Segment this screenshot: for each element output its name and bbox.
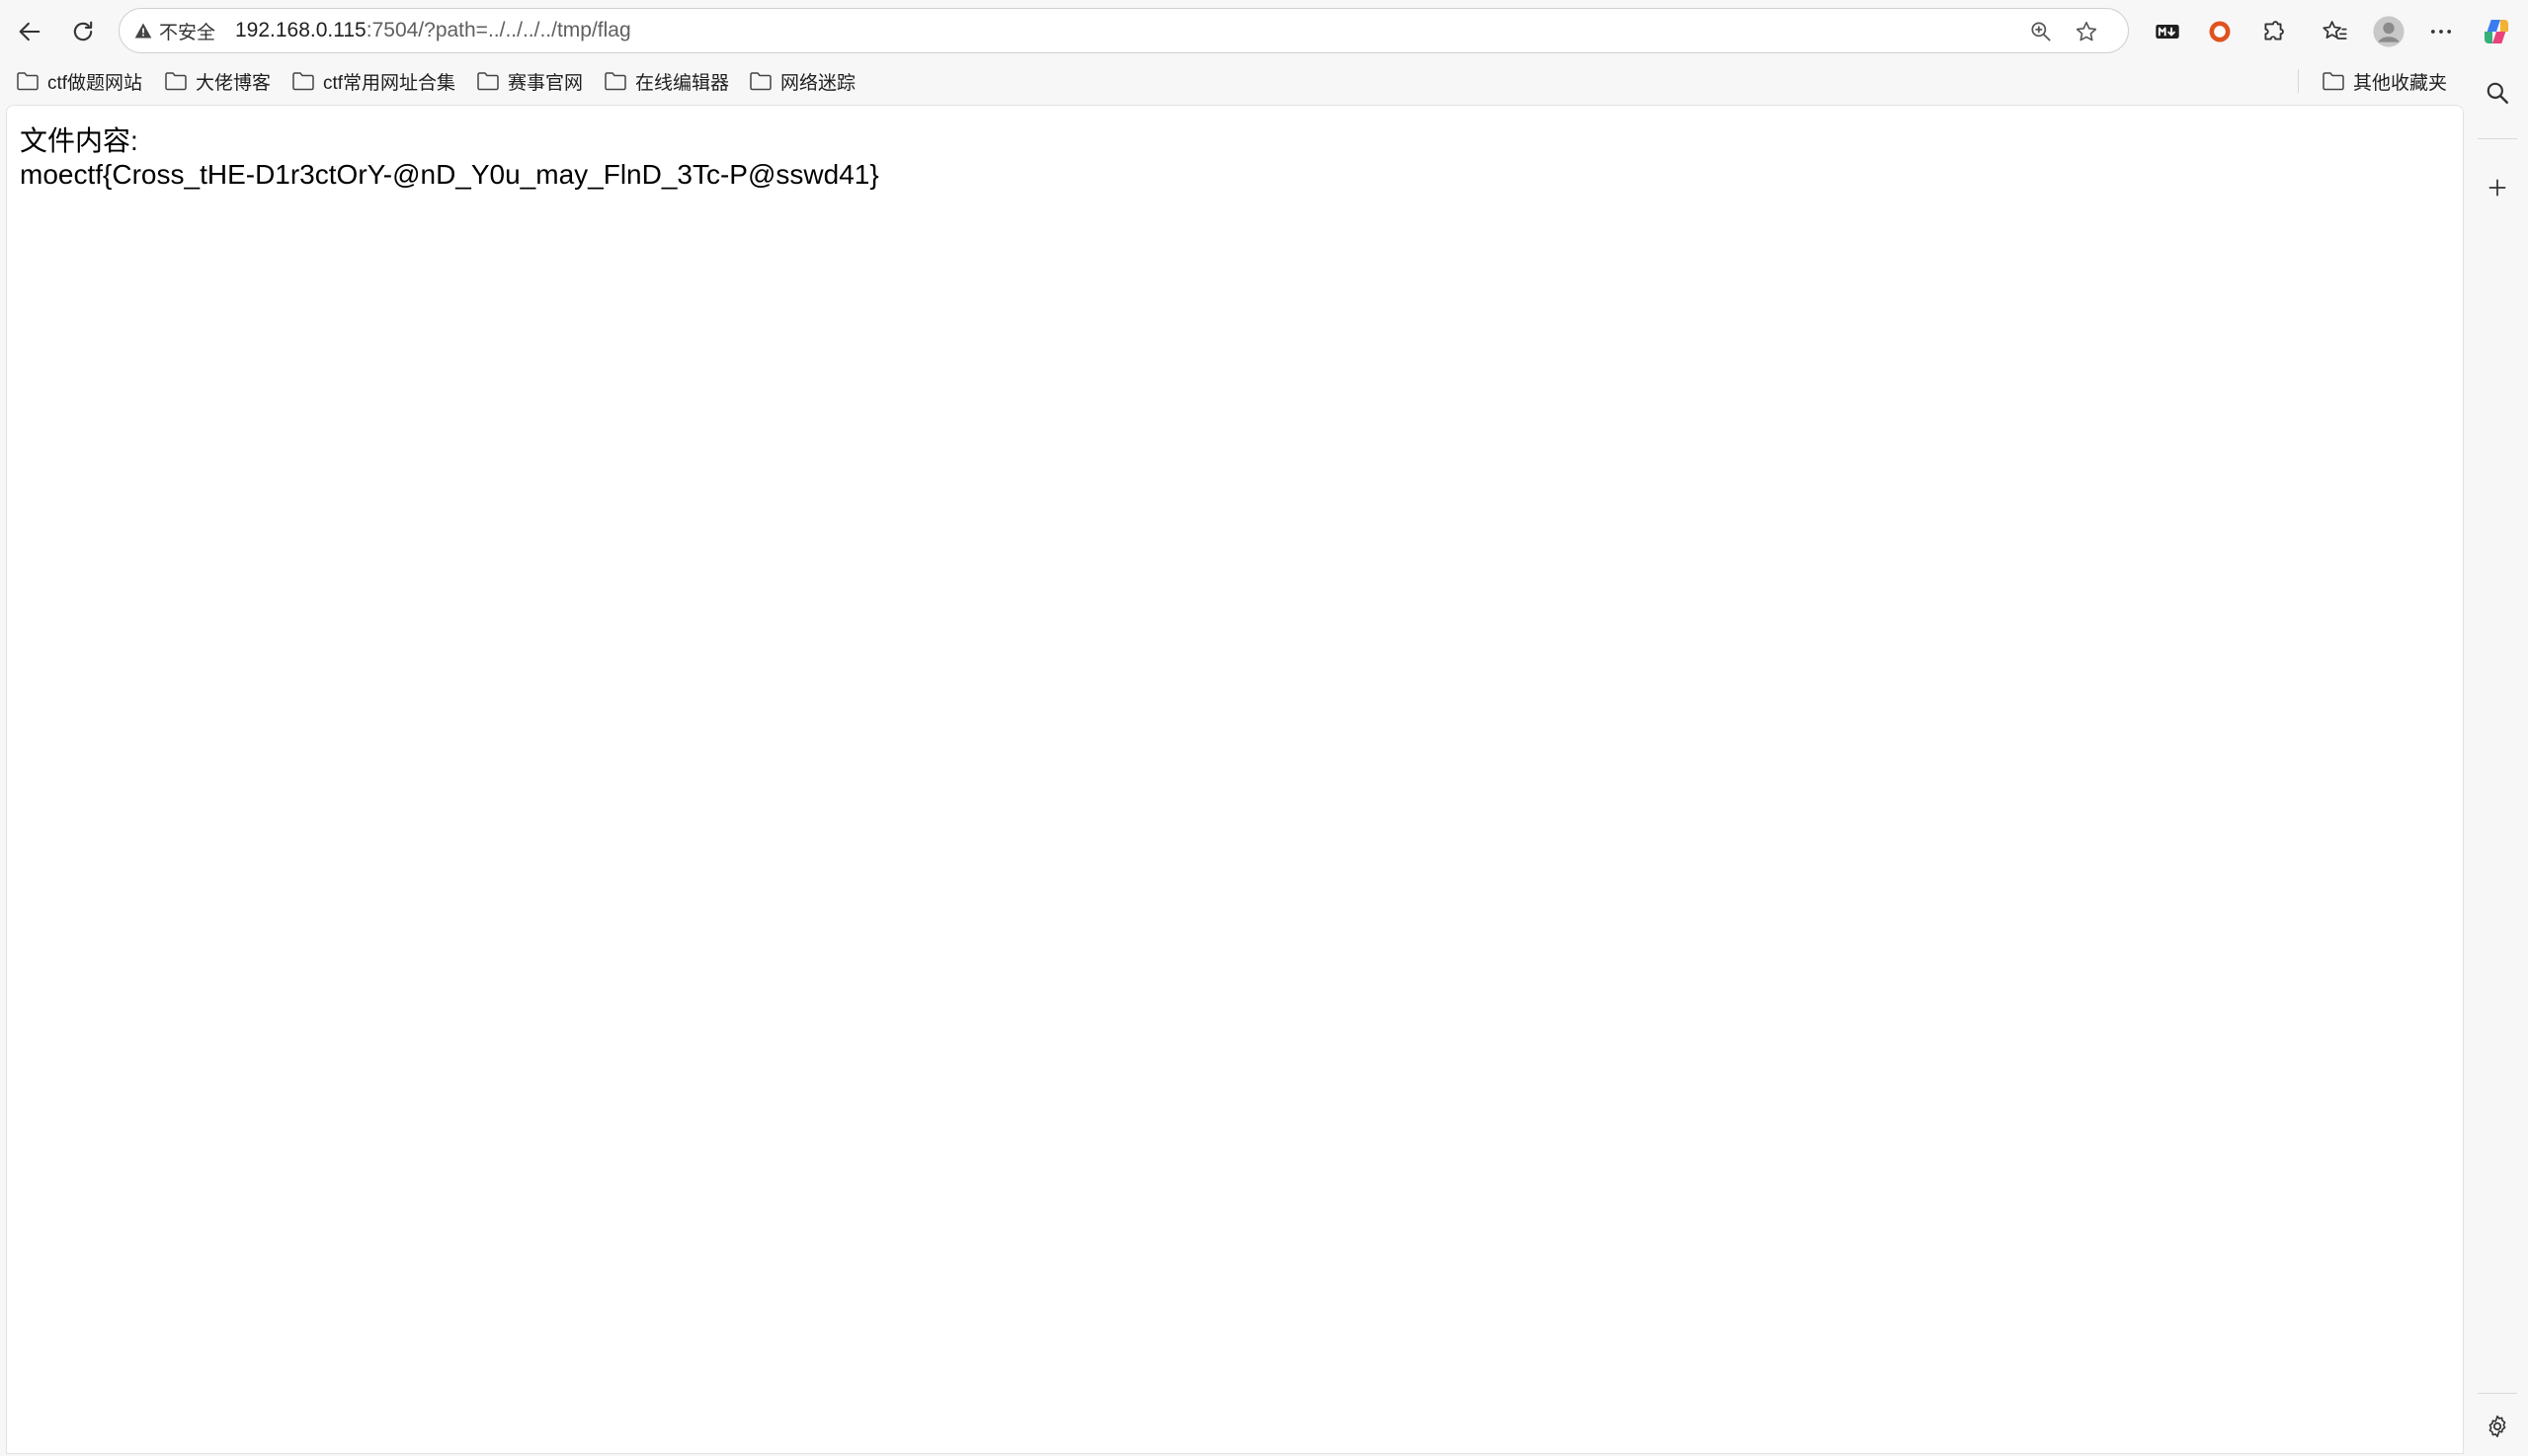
bookmark-label: ctf常用网址合集 <box>323 72 456 94</box>
bookmark-folder[interactable]: ctf常用网址合集 <box>291 65 455 97</box>
other-favorites-folder[interactable]: 其他收藏夹 <box>2322 65 2447 97</box>
profile-button[interactable] <box>2369 12 2408 51</box>
favorites-icon <box>2323 21 2347 40</box>
url-text[interactable]: 192.168.0.115:7504/?path=../../../../tmp… <box>235 19 631 42</box>
bookmarks-divider <box>2298 69 2299 93</box>
folder-icon <box>292 72 314 91</box>
folder-icon <box>17 72 39 91</box>
more-button[interactable] <box>2421 12 2461 51</box>
folder-icon <box>165 72 187 91</box>
markdown-extension-button[interactable] <box>2148 12 2187 51</box>
record-extension-button[interactable] <box>2200 12 2240 51</box>
flag-text: moectf{Cross_tHE-D1r3ctOrY-@nD_Y0u_may_F… <box>20 159 879 190</box>
bookmark-folder[interactable]: ctf做题网站 <box>16 65 142 97</box>
page-content: 文件内容: moectf{Cross_tHE-D1r3ctOrY-@nD_Y0u… <box>6 105 2464 1454</box>
profile-avatar <box>2373 16 2405 47</box>
folder-icon <box>605 72 626 91</box>
security-label: 不安全 <box>159 22 216 43</box>
zoom-in-icon <box>2031 22 2051 41</box>
bookmark-folder[interactable]: 在线编辑器 <box>604 65 729 97</box>
markdown-icon <box>2156 25 2179 39</box>
zoom-button[interactable] <box>2026 17 2056 46</box>
more-icon <box>2430 30 2452 34</box>
browser-toolbar: 不安全 192.168.0.115:7504/?path=../../../..… <box>0 0 2528 61</box>
reload-button[interactable] <box>63 12 103 51</box>
sidebar-add-button[interactable] <box>2478 168 2517 207</box>
folder-icon <box>2323 72 2344 91</box>
bookmark-label: 在线编辑器 <box>635 72 730 94</box>
file-content-heading: 文件内容: <box>20 125 138 156</box>
folder-icon <box>750 72 772 91</box>
record-icon <box>2209 21 2231 42</box>
bookmark-folder[interactable]: 网络迷踪 <box>749 65 856 97</box>
bookmark-label: 网络迷踪 <box>780 72 856 94</box>
url-path: :7504/?path=../../../../tmp/flag <box>366 19 631 41</box>
extensions-icon <box>2264 21 2284 40</box>
reload-icon <box>73 21 93 41</box>
star-icon <box>2076 21 2097 41</box>
settings-icon <box>2488 1415 2506 1438</box>
copilot-button[interactable] <box>2477 12 2516 51</box>
security-indicator[interactable]: 不安全 <box>133 18 215 43</box>
copilot-icon <box>2485 20 2508 43</box>
extensions-button[interactable] <box>2253 12 2293 51</box>
sidebar-divider <box>2478 1393 2517 1394</box>
bookmark-label: 大佬博客 <box>196 72 272 94</box>
bookmark-label: ctf做题网站 <box>47 72 143 94</box>
back-button[interactable] <box>10 12 49 51</box>
search-icon <box>2487 82 2508 104</box>
bookmark-folder[interactable]: 赛事官网 <box>476 65 583 97</box>
sidebar-search-button[interactable] <box>2478 73 2517 113</box>
bookmarks-bar: ctf做题网站 大佬博客 ctf常用网址合集 赛事官网 在线编辑器 网络迷踪 其… <box>0 61 2470 101</box>
sidebar-settings-button[interactable] <box>2478 1407 2517 1446</box>
address-bar[interactable]: 不安全 192.168.0.115:7504/?path=../../../..… <box>119 8 2129 53</box>
other-favorites-label: 其他收藏夹 <box>2353 72 2448 94</box>
back-arrow-icon <box>19 22 41 41</box>
url-host: 192.168.0.115 <box>235 19 367 41</box>
sidebar-divider <box>2478 138 2517 139</box>
bookmark-label: 赛事官网 <box>508 72 584 94</box>
folder-icon <box>477 72 499 91</box>
add-icon <box>2488 179 2506 197</box>
bookmark-folder[interactable]: 大佬博客 <box>164 65 271 97</box>
favorite-button[interactable] <box>2072 17 2101 46</box>
warning-icon <box>134 23 152 39</box>
favorites-button[interactable] <box>2315 12 2354 51</box>
edge-sidebar <box>2466 61 2528 1456</box>
